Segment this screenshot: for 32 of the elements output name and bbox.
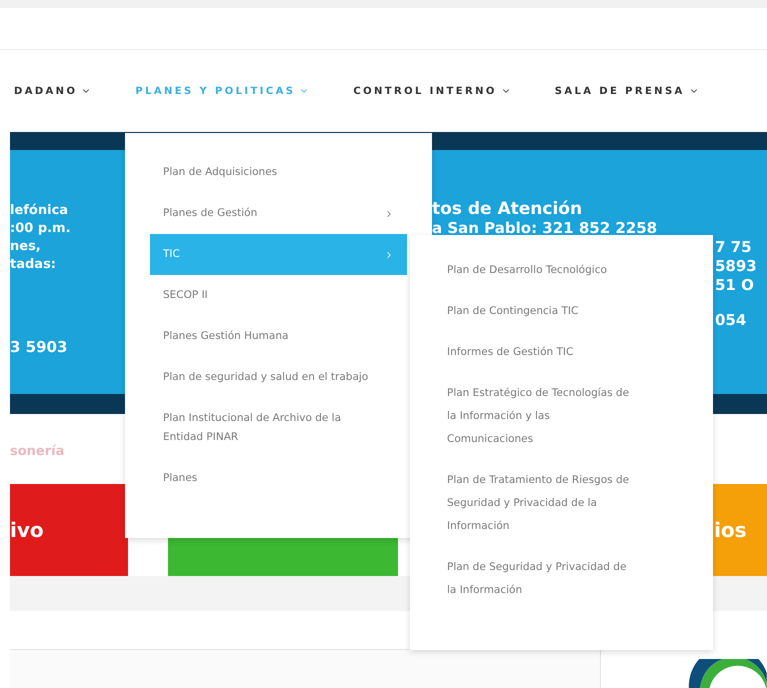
- nav-link[interactable]: SALA DE PRENSA: [554, 84, 699, 98]
- menu-item[interactable]: SECOP II: [150, 275, 407, 316]
- banner-text: lefónica: [10, 202, 70, 220]
- banner-text: 7 75: [715, 238, 753, 257]
- banner-text: a San Pablo: 321 852 2258: [432, 219, 658, 238]
- menu-item[interactable]: Planes: [150, 458, 407, 499]
- menu-item[interactable]: Planes Gestión Humana: [150, 316, 407, 357]
- banner-text: 51 O: [715, 276, 755, 295]
- link-tile[interactable]: ivo: [10, 484, 128, 576]
- menu-item[interactable]: TIC: [150, 234, 407, 275]
- banner-text: nes,: [10, 238, 42, 256]
- menu-item[interactable]: Planes de Gestión: [150, 193, 407, 234]
- submenu-item[interactable]: Plan Estratégico de Tecnologías de la Información y las Comunicaciones: [447, 373, 637, 460]
- nav-link[interactable]: PLANES Y POLITICAS: [135, 84, 310, 98]
- submenu-item[interactable]: Plan de Seguridad y Privacidad de la Información: [447, 547, 637, 611]
- banner-phone: 3 5903: [10, 338, 68, 356]
- nav-link[interactable]: DADANO: [14, 84, 92, 98]
- banner-text: :00 p.m.: [10, 220, 72, 238]
- menu-item[interactable]: Plan de Adquisiciones: [150, 152, 407, 193]
- menu-item[interactable]: Plan de seguridad y salud en el trabajo: [150, 357, 407, 398]
- submenu-item[interactable]: Plan de Desarrollo Tecnológico: [447, 250, 637, 291]
- banner-title: tos de Atención: [432, 200, 584, 219]
- banner-text: tadas:: [10, 256, 58, 274]
- logo-icon: [687, 659, 767, 688]
- banner-text: 5893: [715, 257, 757, 276]
- menu-item[interactable]: Plan Institucional de Archivo de la Entidad PINAR: [150, 398, 407, 458]
- tagline-text: sonería: [10, 444, 64, 459]
- nav-link[interactable]: CONTROL INTERNO: [353, 84, 511, 98]
- submenu-item[interactable]: Informes de Gestión TIC: [447, 332, 637, 373]
- submenu-item[interactable]: Plan de Tratamiento de Riesgos de Seguridad y Privacidad de la Información: [447, 460, 637, 547]
- banner-phone: 054: [715, 311, 748, 330]
- submenu-item[interactable]: Plan de Contingencia TIC: [447, 291, 637, 332]
